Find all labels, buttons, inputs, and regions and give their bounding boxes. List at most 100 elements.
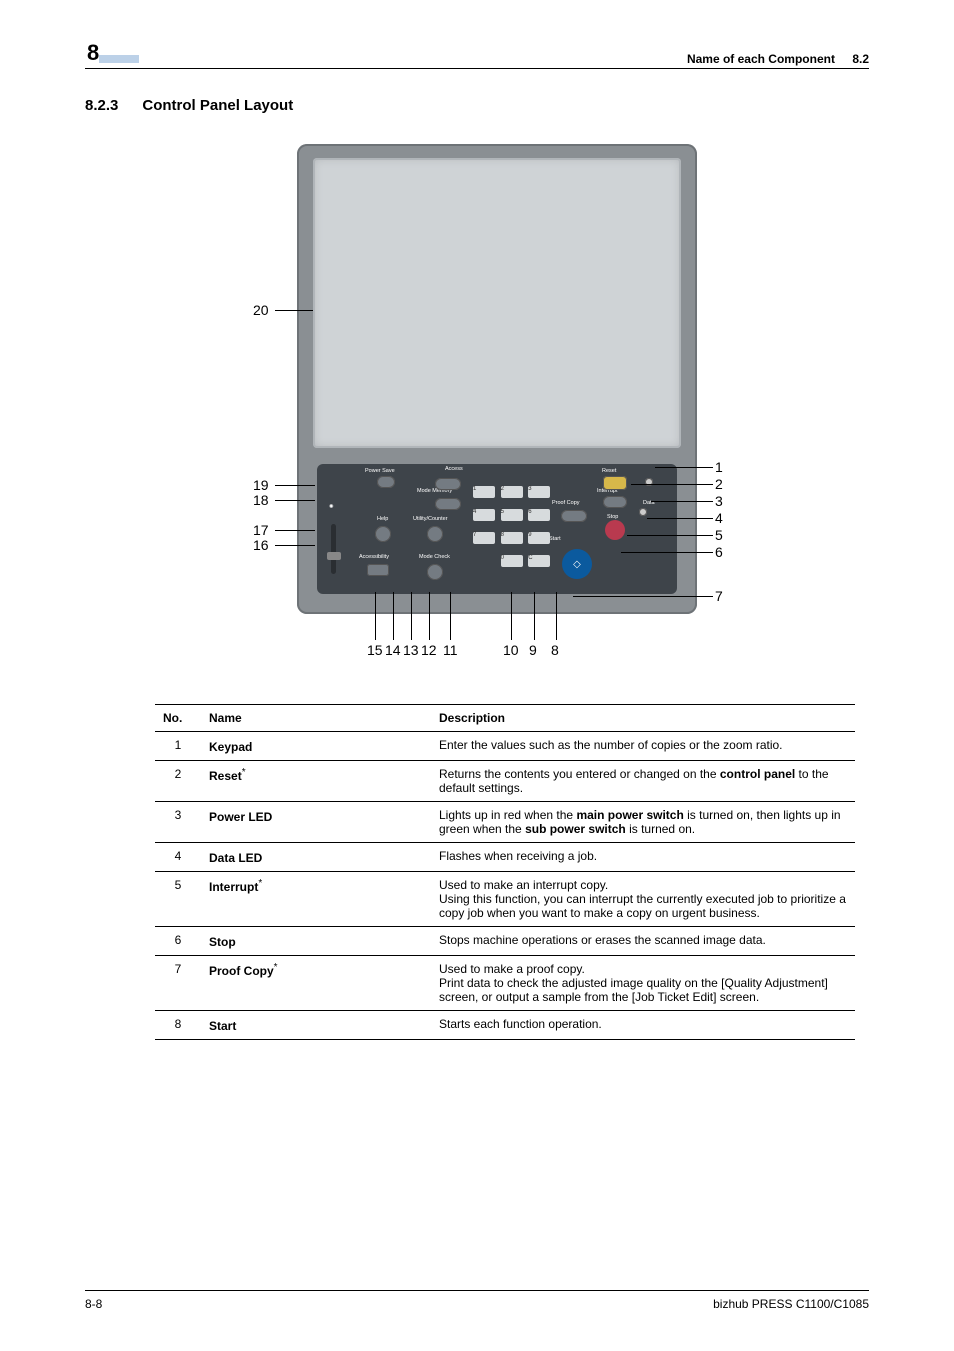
panel-body: Power Save Access Reset Mode Memory Proo…: [297, 144, 697, 614]
label-access: Access: [445, 466, 463, 472]
power-save-button: [377, 476, 395, 488]
table-row: 8StartStarts each function operation.: [155, 1011, 855, 1040]
leader-13: [411, 592, 412, 640]
label-utility: Utility/Counter: [413, 516, 448, 522]
header-right: Name of each Component 8.2: [687, 52, 869, 66]
key-0: 0: [501, 555, 523, 567]
leader-16: [275, 545, 315, 546]
leader-2: [631, 484, 713, 485]
callout-13: 13: [403, 642, 419, 658]
help-button: [375, 526, 391, 542]
callout-3: 3: [715, 493, 723, 509]
callout-15: 15: [367, 642, 383, 658]
name-text: Interrupt: [209, 880, 258, 894]
name-star: *: [274, 962, 278, 973]
name-text: Power LED: [209, 810, 272, 824]
page-header: 8 Name of each Component 8.2: [85, 40, 869, 69]
cell-desc: Flashes when receiving a job.: [431, 843, 855, 872]
cell-name: Reset*: [201, 761, 431, 802]
key-1: 1: [473, 486, 495, 498]
th-desc: Description: [431, 705, 855, 732]
header-title: Name of each Component: [687, 52, 835, 66]
cell-name: Power LED: [201, 802, 431, 843]
cell-no: 8: [155, 1011, 201, 1040]
callout-2: 2: [715, 476, 723, 492]
desc-pre: Stops machine operations or erases the s…: [439, 933, 766, 947]
key-8: 8: [501, 532, 523, 544]
desc-pre: Lights up in red when the: [439, 808, 576, 822]
desc-pre: Enter the values such as the number of c…: [439, 738, 783, 752]
label-power-save: Power Save: [365, 468, 395, 474]
leader-3: [651, 501, 713, 502]
key-2: 2: [501, 486, 523, 498]
th-name: Name: [201, 705, 431, 732]
section-number: 8.2.3: [85, 97, 118, 114]
leader-6: [621, 552, 713, 553]
desc-bold1: control panel: [720, 767, 795, 781]
desc-bold2: sub power switch: [525, 822, 626, 836]
table-row: 2Reset* Returns the contents you entered …: [155, 761, 855, 802]
access-button: [435, 478, 461, 490]
keypad: 1 2 3 4 5 6 7 8 9: [472, 478, 551, 570]
leader-1: [655, 467, 713, 468]
section-title: Control Panel Layout: [142, 97, 293, 114]
name-star: *: [258, 878, 262, 889]
cell-name: Stop: [201, 927, 431, 956]
table-row: 5Interrupt*Used to make an interrupt cop…: [155, 872, 855, 927]
callout-20: 20: [253, 302, 269, 318]
th-no: No.: [155, 705, 201, 732]
desc-pre: Returns the contents you entered or chan…: [439, 767, 720, 781]
leader-15: [375, 592, 376, 640]
cell-desc: Used to make a proof copy. Print data to…: [431, 956, 855, 1011]
cell-name: Start: [201, 1011, 431, 1040]
key-3: 3: [528, 486, 550, 498]
callout-7: 7: [715, 588, 723, 604]
accessibility-button: [367, 564, 389, 576]
page-footer: 8-8 bizhub PRESS C1100/C1085: [85, 1290, 869, 1311]
callout-16: 16: [253, 537, 269, 553]
desc-bold1: main power switch: [576, 808, 683, 822]
chapter-number: 8: [85, 40, 139, 66]
cell-desc: Stops machine operations or erases the s…: [431, 927, 855, 956]
chapter-accent: [99, 55, 139, 63]
leader-11: [450, 592, 451, 640]
desc-pre: Used to make an interrupt copy. Using th…: [439, 878, 846, 920]
leader-7: [573, 596, 713, 597]
leader-5: [627, 535, 713, 536]
leader-8: [556, 592, 557, 640]
table-row: 6StopStops machine operations or erases …: [155, 927, 855, 956]
callout-11: 11: [443, 642, 458, 658]
callout-5: 5: [715, 527, 723, 543]
name-star: *: [242, 767, 246, 778]
callout-14: 14: [385, 642, 401, 658]
cell-no: 2: [155, 761, 201, 802]
desc-pre: Flashes when receiving a job.: [439, 849, 597, 863]
reset-button: [603, 476, 627, 490]
key-7: 7: [473, 532, 495, 544]
name-text: Keypad: [209, 740, 252, 754]
callout-10: 10: [503, 642, 519, 658]
data-led: [639, 508, 647, 516]
cell-no: 1: [155, 732, 201, 761]
name-text: Stop: [209, 935, 236, 949]
touch-screen: [313, 158, 681, 448]
cell-name: Keypad: [201, 732, 431, 761]
cell-desc: Returns the contents you entered or chan…: [431, 761, 855, 802]
leader-17: [275, 530, 315, 531]
desc-post: is turned on.: [626, 822, 695, 836]
label-reset: Reset: [602, 468, 616, 474]
leader-20: [275, 310, 313, 311]
section-heading: 8.2.3 Control Panel Layout: [85, 97, 869, 114]
callout-18: 18: [253, 492, 269, 508]
cell-no: 4: [155, 843, 201, 872]
cell-name: Proof Copy*: [201, 956, 431, 1011]
button-area: Power Save Access Reset Mode Memory Proo…: [317, 464, 677, 594]
table-row: 1 Keypad Enter the values such as the numb…: [155, 732, 855, 761]
leader-18: [275, 500, 315, 501]
cell-name: Data LED: [201, 843, 431, 872]
brightness-slider-knob: [327, 552, 341, 560]
mode-check-button: [427, 564, 443, 580]
table-row: 4Data LED Flashes when receiving a job.: [155, 843, 855, 872]
name-text: Proof Copy: [209, 964, 274, 978]
callout-6: 6: [715, 544, 723, 560]
